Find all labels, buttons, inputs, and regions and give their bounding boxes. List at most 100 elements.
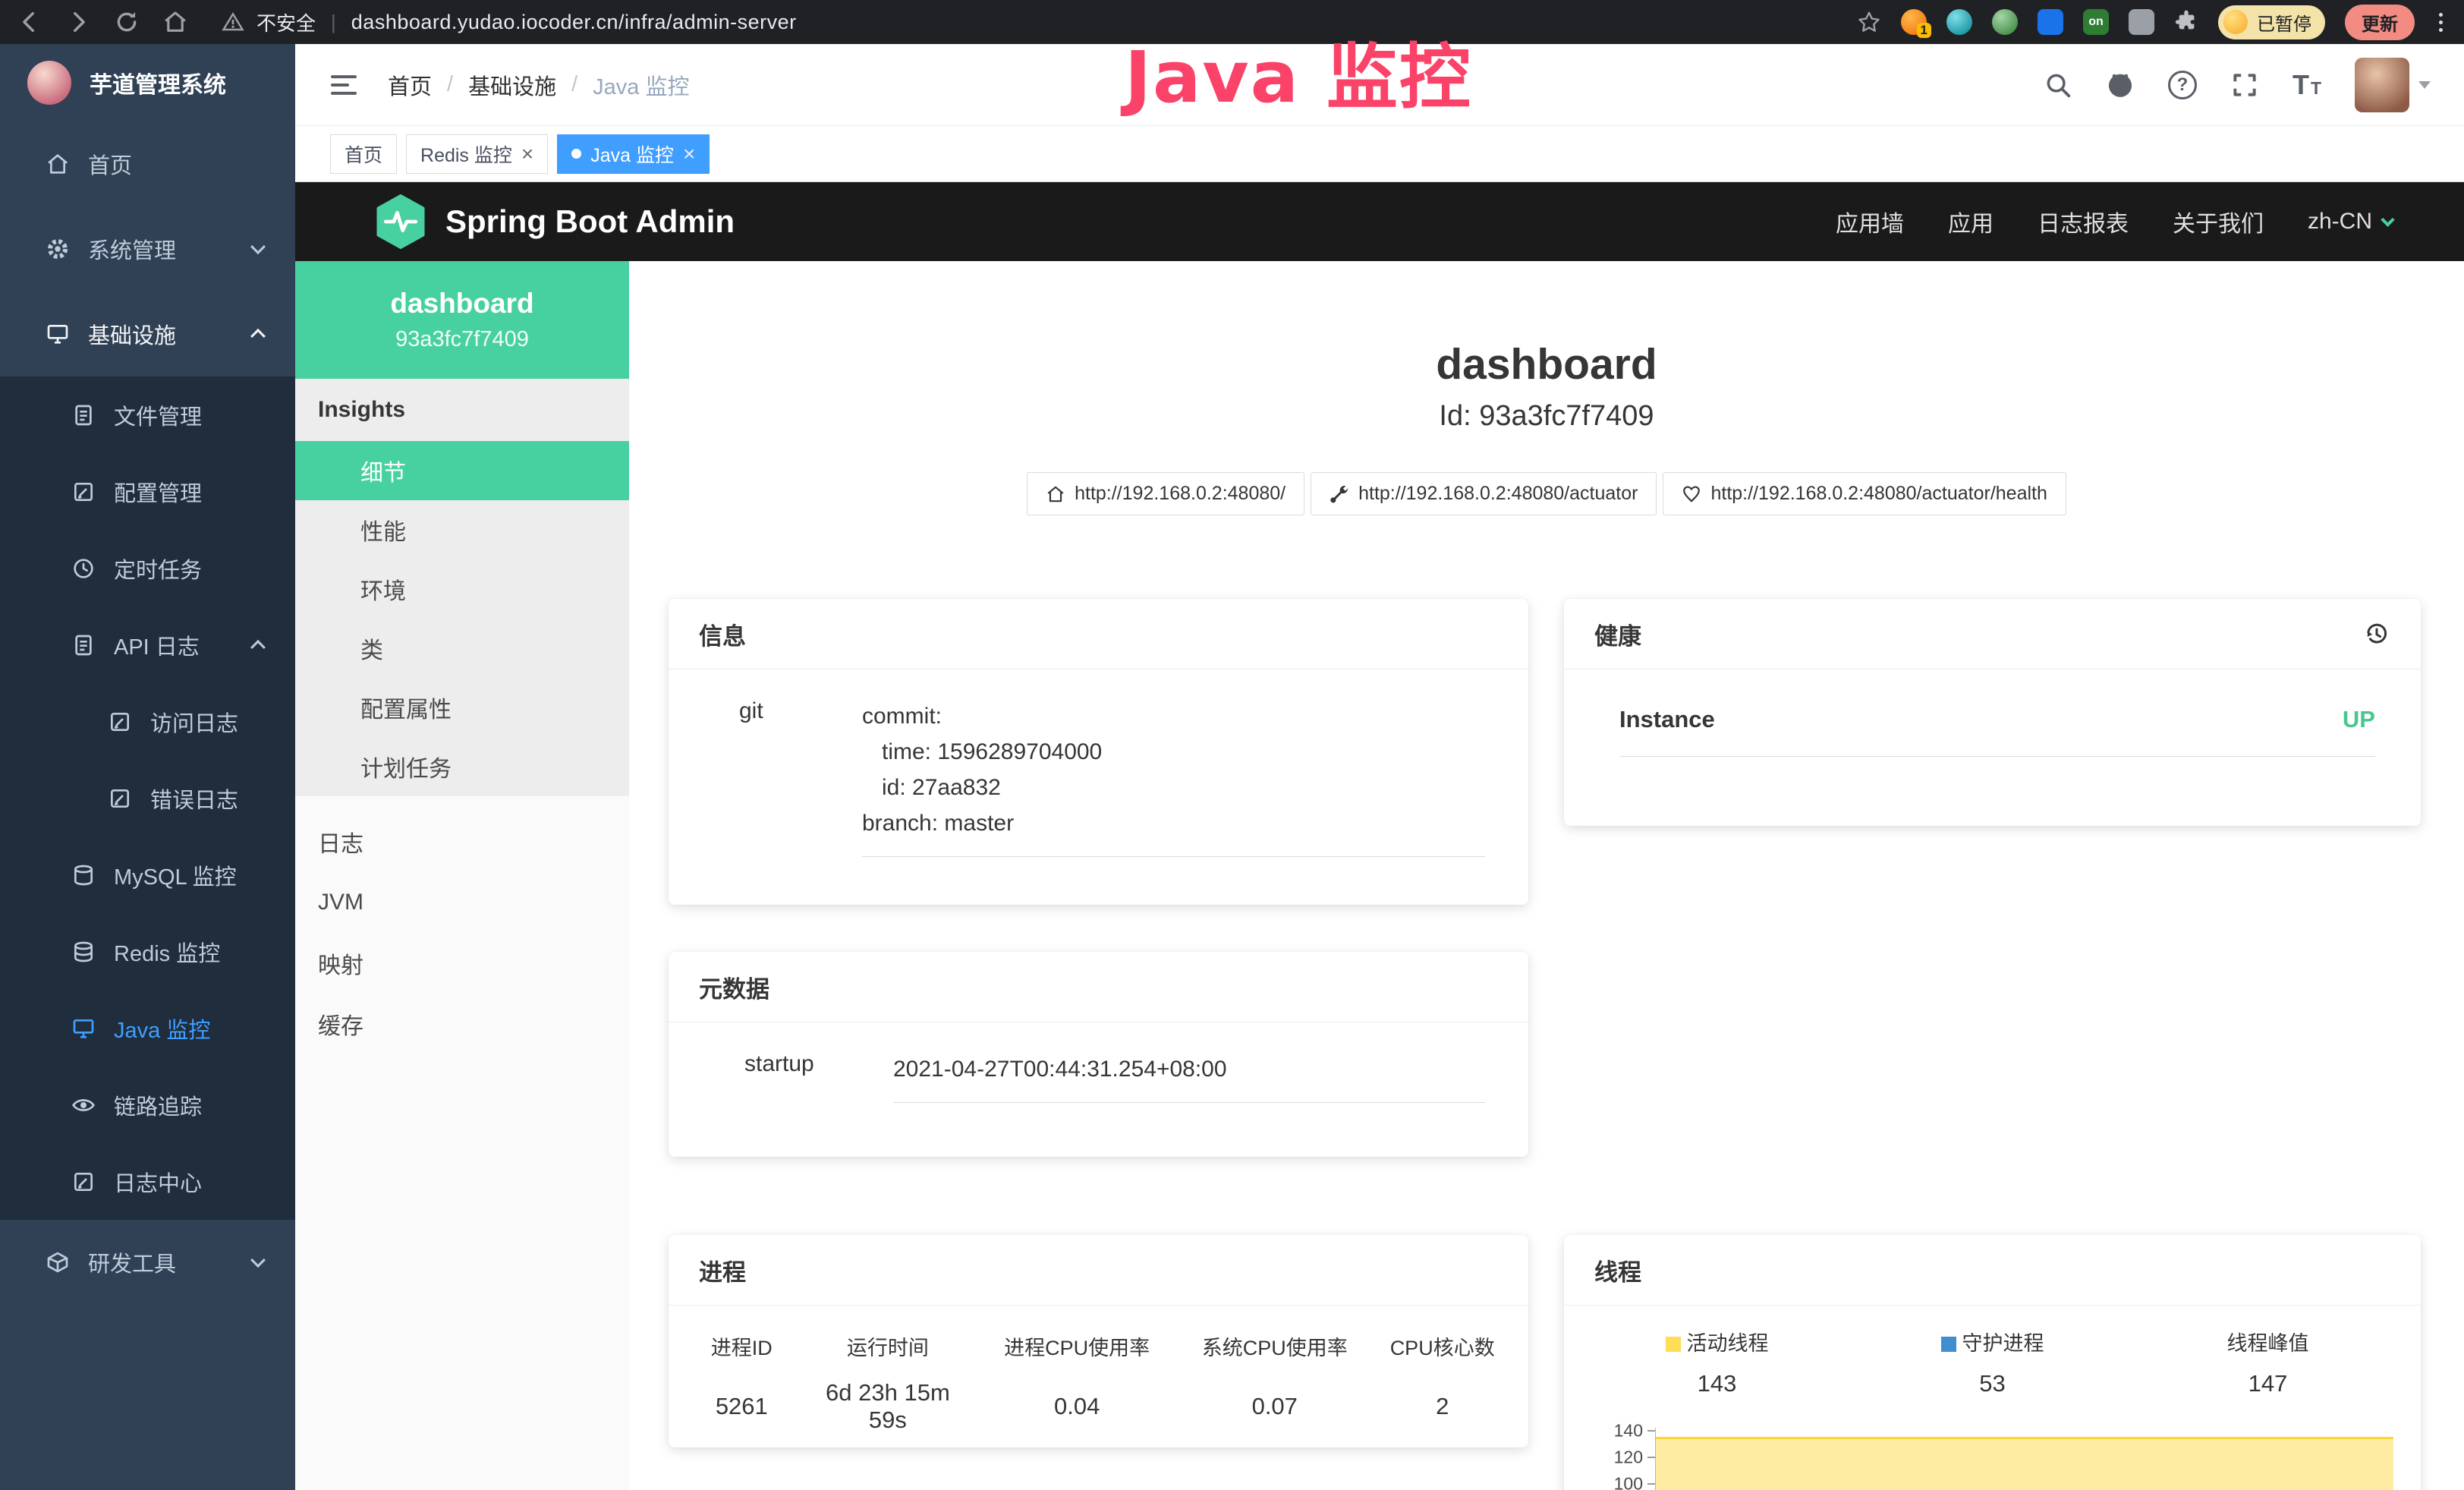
sba-item-environment[interactable]: 环境 <box>295 559 629 619</box>
url-text[interactable]: dashboard.yudao.iocoder.cn/infra/admin-s… <box>351 11 797 34</box>
extension-icon[interactable] <box>2038 9 2063 35</box>
cpu-cores: 2 <box>1356 1367 1528 1446</box>
security-warning-label: 不安全 <box>256 8 316 36</box>
browser-update-button[interactable]: 更新 <box>2345 5 2415 40</box>
history-icon[interactable] <box>2363 620 2390 647</box>
sba-nav-wallboard[interactable]: 应用墙 <box>1836 205 1904 238</box>
tab-label: 首页 <box>345 140 382 168</box>
font-size-icon[interactable]: TT <box>2292 71 2321 99</box>
sba-nav-journal[interactable]: 日志报表 <box>2038 205 2129 238</box>
sba-item-scheduledtasks[interactable]: 计划任务 <box>295 737 629 796</box>
sidebar-item-mysql-monitor[interactable]: MySQL 监控 <box>0 836 295 913</box>
hamburger-icon[interactable] <box>329 70 359 100</box>
sba-item-mappings[interactable]: 映射 <box>295 933 629 994</box>
row-divider <box>862 856 1485 857</box>
extension-icon[interactable] <box>1946 9 1972 35</box>
sidebar-item-scheduled-job[interactable]: 定时任务 <box>0 530 295 606</box>
tab-label: Redis 监控 <box>420 140 512 168</box>
extension-icon[interactable] <box>2129 9 2154 35</box>
sba-item-logs[interactable]: 日志 <box>295 811 629 872</box>
address-bar[interactable]: 不安全 | dashboard.yudao.iocoder.cn/infra/a… <box>222 8 797 36</box>
github-icon[interactable] <box>2106 71 2135 99</box>
fullscreen-icon[interactable] <box>2230 71 2259 99</box>
chevron-up-icon <box>250 329 266 344</box>
sba-item-jvm[interactable]: JVM <box>295 872 629 933</box>
process-value-row: 5261 6d 23h 15m 59s 0.04 0.07 2 <box>669 1367 1528 1446</box>
sba-item-configprops[interactable]: 配置属性 <box>295 678 629 737</box>
extension-icon[interactable] <box>1992 9 2018 35</box>
breadcrumb-item[interactable]: 首页 <box>388 69 432 101</box>
sidebar-item-redis-monitor[interactable]: Redis 监控 <box>0 913 295 990</box>
security-warning-icon[interactable] <box>222 11 244 33</box>
close-icon[interactable]: × <box>521 143 533 165</box>
locale-label: zh-CN <box>2308 209 2372 235</box>
extension-icon[interactable]: on <box>2083 9 2109 35</box>
log-icon <box>71 633 96 657</box>
info-row-git: git commit: time: 1596289704000 id: 27aa… <box>669 669 1528 857</box>
sba-instance-header[interactable]: dashboard 93a3fc7f7409 <box>295 261 629 379</box>
extensions-puzzle-icon[interactable] <box>2174 10 2198 34</box>
browser-home-icon[interactable] <box>162 9 188 35</box>
app-main: 首页 / 基础设施 / Java 监控 ? <box>295 44 2464 1490</box>
sba-brand[interactable]: Spring Boot Admin <box>376 194 735 249</box>
browser-reload-icon[interactable] <box>114 9 140 35</box>
sidebar-item-config-manage[interactable]: 配置管理 <box>0 453 295 530</box>
help-icon[interactable]: ? <box>2168 71 2197 99</box>
sidebar-item-file-manage[interactable]: 文件管理 <box>0 376 295 453</box>
legend-label: 守护进程 <box>1962 1332 2044 1355</box>
link-chip-health[interactable]: http://192.168.0.2:48080/actuator/health <box>1663 472 2066 515</box>
sidebar-item-java-monitor[interactable]: Java 监控 <box>0 990 295 1066</box>
sidebar-item-log-center[interactable]: 日志中心 <box>0 1143 295 1220</box>
profile-paused-badge[interactable]: 已暂停 <box>2218 5 2325 39</box>
link-chip-home[interactable]: http://192.168.0.2:48080/ <box>1027 472 1304 515</box>
link-chip-actuator[interactable]: http://192.168.0.2:48080/actuator <box>1311 472 1657 515</box>
sidebar-item-dev-tools[interactable]: 研发工具 <box>0 1220 295 1305</box>
paused-label: 已暂停 <box>2257 9 2311 36</box>
sba-header: Spring Boot Admin 应用墙 应用 日志报表 关于我们 zh-CN <box>295 182 2464 261</box>
sidebar-item-home[interactable]: 首页 <box>0 121 295 206</box>
sba-locale-select[interactable]: zh-CN <box>2308 209 2393 235</box>
sba-item-caches[interactable]: 缓存 <box>295 994 629 1054</box>
bookmark-star-icon[interactable] <box>1857 10 1881 34</box>
profile-avatar <box>2223 10 2248 34</box>
sidebar-item-link-trace[interactable]: 链路追踪 <box>0 1066 295 1143</box>
sidebar-item-label: 研发工具 <box>88 1246 234 1278</box>
sba-item-details[interactable]: 细节 <box>295 441 629 500</box>
database-icon <box>71 863 96 887</box>
instance-name: dashboard <box>390 288 533 320</box>
edit-icon <box>71 480 96 504</box>
sba-nav-applications[interactable]: 应用 <box>1948 205 1994 238</box>
tab-java-monitor[interactable]: Java 监控 × <box>557 134 710 174</box>
sidebar-item-infra[interactable]: 基础设施 <box>0 291 295 376</box>
app-logo[interactable]: 芋道管理系统 <box>0 44 295 121</box>
tab-redis-monitor[interactable]: Redis 监控 × <box>406 134 548 174</box>
process-header-row: 进程ID 运行时间 进程CPU使用率 系统CPU使用率 CPU核心数 <box>669 1325 1528 1367</box>
sba-item-metrics[interactable]: 性能 <box>295 500 629 559</box>
sidebar-item-access-log[interactable]: 访问日志 <box>0 683 295 760</box>
browser-back-icon[interactable] <box>17 9 42 35</box>
sba-root-items: 日志 JVM 映射 缓存 <box>295 796 629 1054</box>
breadcrumb-item[interactable]: 基础设施 <box>468 69 556 101</box>
tab-home[interactable]: 首页 <box>330 134 397 174</box>
navbar-actions: ? TT <box>2044 58 2431 112</box>
sba-item-beans[interactable]: 类 <box>295 619 629 678</box>
extension-icon[interactable]: 1 <box>1901 9 1927 35</box>
startup-timestamp: 2021-04-27T00:44:31.254+08:00 <box>893 1057 1227 1082</box>
card-title: 健康 <box>1594 617 1641 651</box>
browser-forward-icon[interactable] <box>65 9 91 35</box>
screen: 不安全 | dashboard.yudao.iocoder.cn/infra/a… <box>0 0 2464 1490</box>
sidebar-item-system[interactable]: 系统管理 <box>0 206 295 291</box>
sidebar-item-api-log[interactable]: API 日志 <box>0 606 295 683</box>
browser-menu-icon[interactable] <box>2434 13 2447 32</box>
threads-legend: 活动线程 守护进程 线程峰值 <box>1564 1327 2421 1356</box>
user-menu[interactable] <box>2355 58 2431 112</box>
sidebar-item-error-log[interactable]: 错误日志 <box>0 760 295 836</box>
metadata-row-startup: startup 2021-04-27T00:44:31.254+08:00 <box>669 1022 1528 1103</box>
sidebar-item-label: 定时任务 <box>114 553 263 584</box>
search-icon[interactable] <box>2044 71 2072 99</box>
main-sidebar: 芋道管理系统 首页 系统管理 基础设施 <box>0 44 295 1490</box>
close-icon[interactable]: × <box>683 143 695 165</box>
sba-nav-about[interactable]: 关于我们 <box>2173 205 2264 238</box>
cards-column-left: 信息 git commit: time: 1596289704000 id: 2… <box>669 599 1528 1447</box>
process-card: 进程 进程ID 运行时间 进程CPU使用率 系统CPU使用率 <box>669 1235 1528 1447</box>
